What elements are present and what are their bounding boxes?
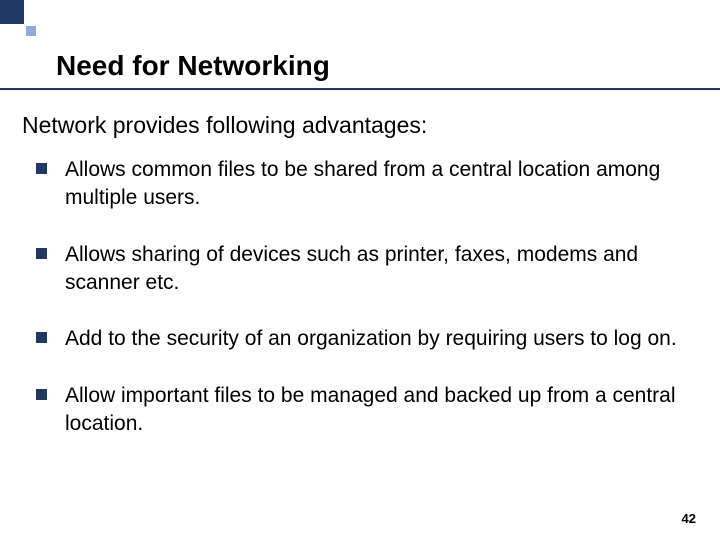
list-item-text: Allows sharing of devices such as printe… xyxy=(65,241,680,298)
bullet-icon xyxy=(36,389,47,400)
bullet-list: Allows common files to be shared from a … xyxy=(36,156,680,466)
list-item: Allows sharing of devices such as printe… xyxy=(36,241,680,298)
presentation-slide: Need for Networking Network provides fol… xyxy=(0,0,720,540)
corner-decoration xyxy=(0,0,70,38)
list-item: Allow important files to be managed and … xyxy=(36,382,680,439)
intro-text: Network provides following advantages: xyxy=(22,112,427,139)
square-icon xyxy=(0,0,24,24)
bullet-icon xyxy=(36,248,47,259)
list-item-text: Allows common files to be shared from a … xyxy=(65,156,680,213)
list-item-text: Allow important files to be managed and … xyxy=(65,382,680,439)
bullet-icon xyxy=(36,332,47,343)
title-bar: Need for Networking xyxy=(0,42,720,90)
bullet-icon xyxy=(36,163,47,174)
list-item: Add to the security of an organization b… xyxy=(36,325,680,353)
list-item: Allows common files to be shared from a … xyxy=(36,156,680,213)
square-icon xyxy=(26,26,36,36)
slide-title: Need for Networking xyxy=(56,50,330,82)
list-item-text: Add to the security of an organization b… xyxy=(65,325,677,353)
page-number: 42 xyxy=(682,511,696,526)
